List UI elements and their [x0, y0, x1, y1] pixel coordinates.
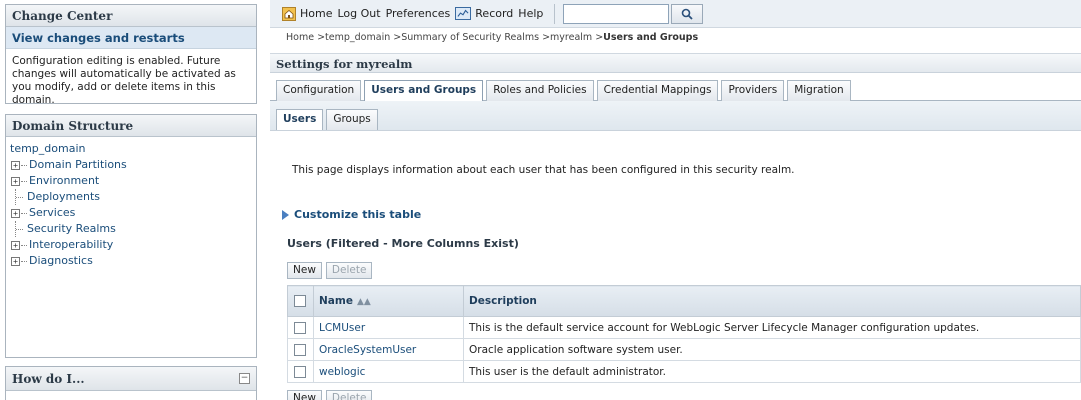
record-icon[interactable] — [455, 7, 472, 20]
tree-item-deployments[interactable]: Deployments — [10, 189, 252, 205]
row-checkbox[interactable] — [294, 365, 306, 378]
tree-item-label[interactable]: Deployments — [27, 189, 100, 205]
table-header-row: Name ▲▲ Description — [287, 285, 1081, 317]
expand-triangle-icon — [282, 209, 289, 220]
search-icon — [682, 8, 694, 20]
domain-structure-panel: Domain Structure temp_domain + Domain Pa… — [5, 114, 257, 358]
table-toolbar-top: New Delete — [287, 262, 376, 280]
home-icon[interactable] — [282, 6, 296, 21]
tree-item-security-realms[interactable]: Security Realms — [10, 221, 252, 237]
tree-item-label[interactable]: Domain Partitions — [29, 157, 127, 173]
logout-link[interactable]: Log Out — [337, 7, 380, 20]
column-name[interactable]: Name ▲▲ — [313, 285, 464, 317]
breadcrumb-myrealm[interactable]: myrealm — [550, 32, 592, 43]
sort-ascending-icon[interactable]: ▲▲ — [357, 297, 371, 307]
page-description: This page displays information about eac… — [292, 164, 795, 176]
select-all-cell — [287, 285, 314, 317]
sub-tabs: Users Groups — [276, 109, 381, 130]
expand-icon[interactable]: + — [11, 208, 20, 218]
user-description: Oracle application software system user. — [463, 338, 1081, 361]
collapse-icon[interactable]: − — [239, 373, 250, 384]
expand-icon[interactable]: + — [11, 256, 20, 266]
breadcrumb-current: Users and Groups — [603, 32, 699, 43]
tree-item-diagnostics[interactable]: + Diagnostics — [10, 253, 252, 269]
column-name-label[interactable]: Name — [319, 295, 353, 307]
expand-icon[interactable]: + — [11, 176, 20, 186]
toolbar-divider — [554, 3, 556, 24]
tab-users-and-groups[interactable]: Users and Groups — [364, 80, 484, 101]
user-name-link[interactable]: weblogic — [313, 360, 464, 383]
new-button[interactable]: New — [287, 262, 322, 279]
tab-providers[interactable]: Providers — [721, 80, 785, 101]
subtab-groups[interactable]: Groups — [326, 109, 378, 130]
tree-connector — [15, 221, 27, 237]
change-center-panel: Change Center View changes and restarts … — [5, 4, 257, 106]
table-row: OracleSystemUser Oracle application soft… — [287, 338, 1081, 361]
tab-migration[interactable]: Migration — [787, 80, 851, 101]
new-button-bottom[interactable]: New — [287, 390, 322, 400]
select-all-checkbox[interactable] — [294, 295, 306, 307]
users-table: Name ▲▲ Description LCMUser This is the d… — [287, 285, 1081, 383]
how-do-i-panel: How do I... − — [5, 366, 257, 400]
tree-item-label[interactable]: Interoperability — [29, 237, 113, 253]
help-link[interactable]: Help — [518, 7, 543, 20]
search-button[interactable] — [671, 3, 704, 24]
row-checkbox[interactable] — [294, 321, 306, 334]
tree-item-environment[interactable]: + Environment — [10, 173, 252, 189]
tree-root-temp-domain[interactable]: temp_domain — [10, 141, 252, 157]
table-caption: Users (Filtered - More Columns Exist) — [287, 237, 519, 250]
user-name-link[interactable]: LCMUser — [313, 316, 464, 339]
domain-structure-title: Domain Structure — [6, 115, 256, 137]
top-toolbar: Home Log Out Preferences Record Help — [270, 0, 1081, 28]
breadcrumb-security-realms[interactable]: Summary of Security Realms — [401, 32, 539, 43]
expand-icon[interactable]: + — [11, 160, 20, 170]
table-row: LCMUser This is the default service acco… — [287, 316, 1081, 339]
search-input[interactable] — [563, 3, 670, 24]
user-description: This user is the default administrator. — [463, 360, 1081, 383]
row-checkbox[interactable] — [294, 343, 306, 356]
preferences-link[interactable]: Preferences — [386, 7, 451, 20]
expand-icon[interactable]: + — [11, 240, 20, 250]
domain-tree: temp_domain + Domain Partitions + Enviro… — [6, 137, 256, 273]
tab-configuration[interactable]: Configuration — [276, 80, 362, 101]
delete-button-bottom[interactable]: Delete — [325, 390, 373, 400]
how-do-i-title: How do I... — [6, 367, 256, 391]
tab-roles-and-policies[interactable]: Roles and Policies — [486, 80, 594, 101]
tree-item-label[interactable]: Services — [29, 205, 75, 221]
column-description[interactable]: Description — [463, 285, 1081, 317]
tree-connector — [15, 189, 27, 205]
page-title: Settings for myrealm — [270, 53, 1081, 73]
tree-item-domain-partitions[interactable]: + Domain Partitions — [10, 157, 252, 173]
customize-table-label[interactable]: Customize this table — [294, 208, 421, 221]
change-center-title: Change Center — [6, 5, 256, 27]
table-toolbar-bottom: New Delete — [287, 390, 376, 400]
delete-button[interactable]: Delete — [325, 262, 373, 279]
tree-item-label[interactable]: Security Realms — [27, 221, 116, 237]
breadcrumb-temp-domain[interactable]: temp_domain — [325, 32, 390, 43]
tab-credential-mappings[interactable]: Credential Mappings — [596, 80, 719, 101]
user-name-link[interactable]: OracleSystemUser — [313, 338, 464, 361]
tree-item-label[interactable]: Diagnostics — [29, 253, 93, 269]
main-tabs: Configuration Users and Groups Roles and… — [276, 80, 854, 101]
table-row: weblogic This user is the default admini… — [287, 360, 1081, 383]
change-center-message: Configuration editing is enabled. Future… — [12, 55, 236, 106]
customize-table-link[interactable]: Customize this table — [282, 208, 421, 221]
view-changes-link[interactable]: View changes and restarts — [6, 27, 256, 49]
tree-item-interoperability[interactable]: + Interoperability — [10, 237, 252, 253]
breadcrumb: Home >temp_domain >Summary of Security R… — [286, 32, 699, 43]
subtab-users[interactable]: Users — [276, 109, 324, 130]
record-link[interactable]: Record — [475, 7, 513, 20]
user-description: This is the default service account for … — [463, 316, 1081, 339]
tree-item-label[interactable]: Environment — [29, 173, 99, 189]
home-link[interactable]: Home — [300, 7, 332, 20]
tree-item-services[interactable]: + Services — [10, 205, 252, 221]
breadcrumb-home[interactable]: Home — [286, 32, 314, 43]
